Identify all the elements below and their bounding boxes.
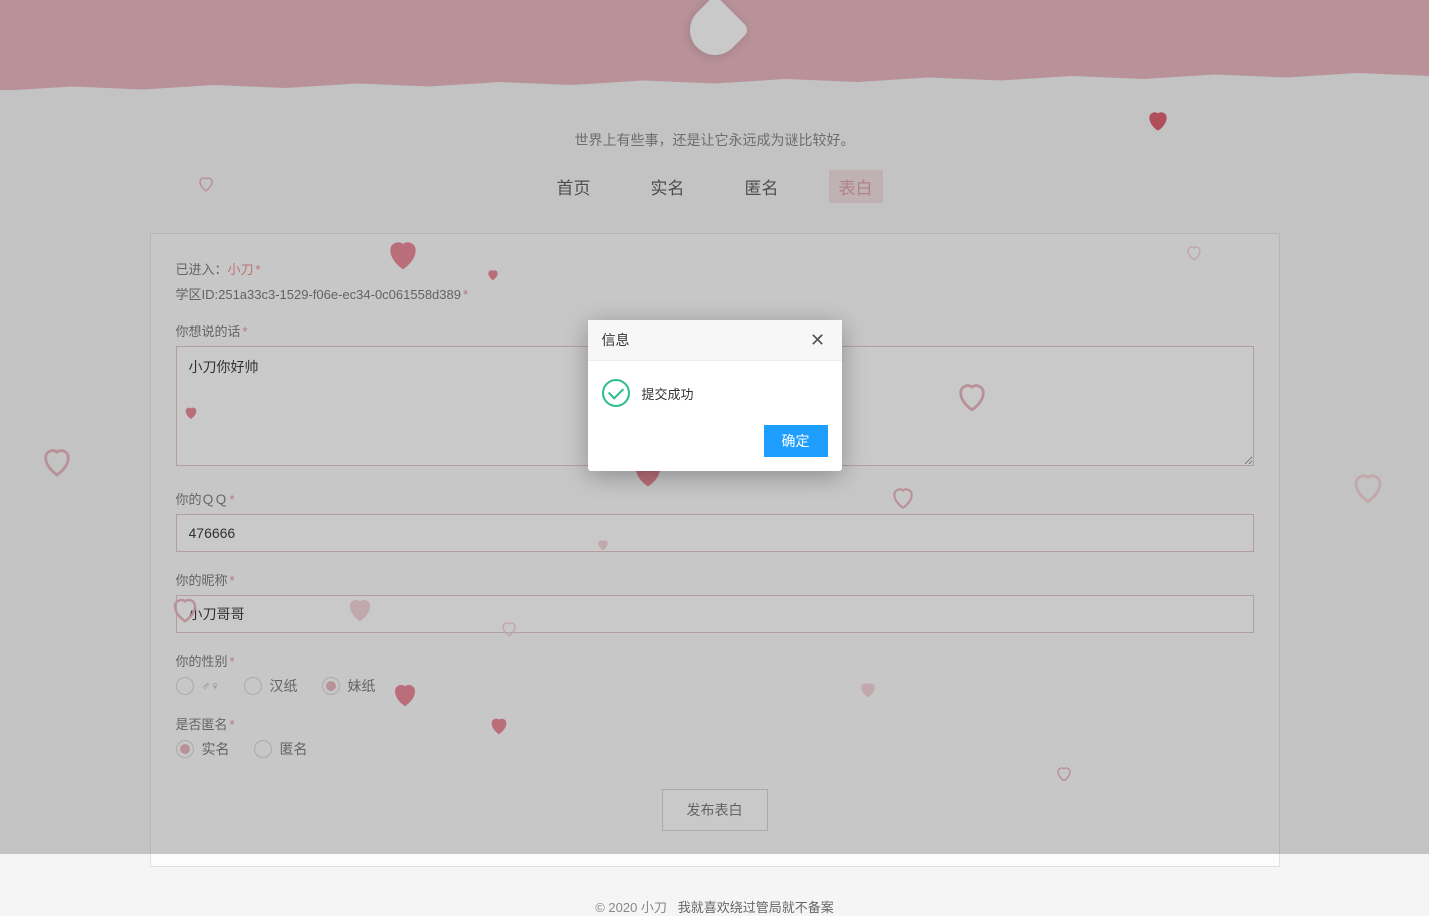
close-icon[interactable]: ✕ [808,330,828,350]
modal-header: 信息 ✕ [588,320,842,361]
modal-body: 提交成功 [588,361,842,425]
modal-title: 信息 [602,330,630,350]
modal-dialog: 信息 ✕ 提交成功 确定 [588,320,842,471]
copyright-text: © 2020 小刀 [595,900,667,915]
slogan-text: 我就喜欢绕过管局就不备案 [678,900,834,915]
modal-message: 提交成功 [642,384,694,403]
footer: © 2020 小刀 我就喜欢绕过管局就不备案 [0,897,1429,916]
success-icon [602,379,630,407]
modal-ok-button[interactable]: 确定 [764,425,828,457]
modal-footer: 确定 [588,425,842,471]
modal-overlay: 信息 ✕ 提交成功 确定 [0,0,1429,854]
